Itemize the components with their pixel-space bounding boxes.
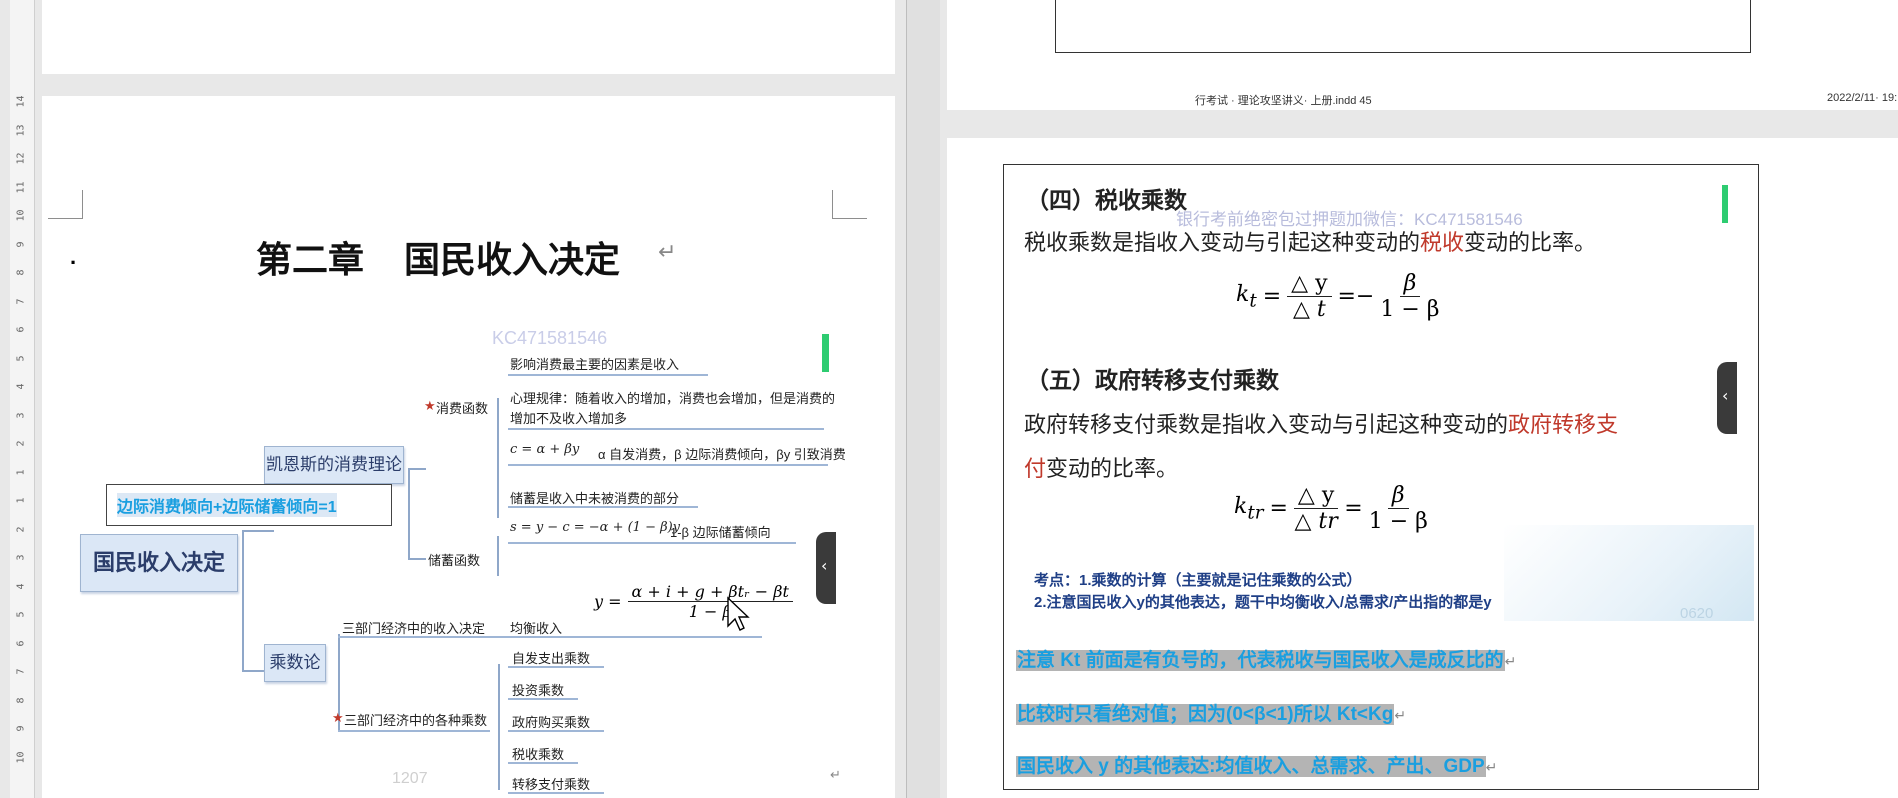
ruler-number: 1	[15, 497, 27, 504]
multiplier-item: 税收乘数	[512, 747, 565, 762]
ruler-number: 8	[15, 696, 27, 704]
exam-point-2: 2.注意国民收入y的其他表达，题干中均衡收入/总需求/产出指的都是y	[1034, 594, 1492, 611]
faint-page-number: 0620	[1680, 605, 1714, 622]
ruler-number: 3	[15, 411, 27, 419]
pane-splitter[interactable]	[906, 0, 942, 798]
consumption-formula: c = α + βy	[510, 442, 580, 457]
ruler-number: 2	[15, 525, 27, 533]
ruler-number: 12	[15, 152, 27, 165]
ruler-number: 1	[15, 468, 27, 476]
ruler-number: 5	[15, 354, 27, 362]
multiplier-item: 投资乘数	[512, 683, 565, 698]
green-marker	[1722, 185, 1728, 223]
ruler-number: 13	[15, 123, 27, 137]
ruler-number: 6	[15, 326, 27, 333]
ruler-number: 5	[15, 611, 27, 618]
consumption-function-label: 消费函数	[436, 401, 489, 416]
tax-multiplier-formula: kt = △ y △ t =− β1 − β	[1236, 271, 1440, 322]
exam-point-1: 考点：1.乘数的计算（主要就是记住乘数的公式）	[1034, 572, 1362, 589]
tax-multiplier-heading: （四）税收乘数	[1026, 188, 1187, 213]
mindmap-keynes-node[interactable]: 凯恩斯的消费理论	[264, 446, 404, 484]
ruler-number: 10	[15, 750, 27, 764]
transfer-multiplier-definition-cont: 付变动的比率。	[1024, 456, 1179, 481]
chapter-title[interactable]: 第二章 国民收入决定	[256, 231, 620, 283]
faint-page-number: 1207	[392, 770, 428, 787]
document-page[interactable]: （四）税收乘数 银行考前绝密包过押题加微信：KC471581546 税收乘数是指…	[947, 138, 1898, 798]
margin-corner-mark	[832, 190, 867, 219]
ruler-number: 9	[15, 725, 27, 732]
multiplier-item: 政府购买乘数	[512, 715, 591, 730]
right-document-pane[interactable]: 行考试 · 理论攻坚讲义· 上册.indd 45 2022/2/11· 19: …	[940, 0, 1898, 798]
consumption-item: 影响消费最主要的因素是收入	[510, 357, 680, 372]
mindmap-root-node[interactable]: 国民收入决定	[80, 534, 238, 592]
chevron-left-icon: ‹	[1722, 386, 1729, 405]
ruler-number: 8	[15, 269, 27, 276]
watermark-text: KC471581546	[492, 328, 608, 348]
vertical-ruler[interactable]: 14 13 12 11 10 9 8 7 6 5 4 3 2 1 1 2 3 4 5 6 7 8 9 10	[10, 0, 35, 798]
left-document-pane[interactable]: 14 13 12 11 10 9 8 7 6 5 4 3 2 1 1 2 3 4 5 6 7 8 9 10 . 第二章 国民收…	[0, 0, 906, 798]
ruler-number: 9	[15, 240, 27, 248]
mind-map-image[interactable]: KC471581546 国民收入决定 凯恩斯的消费理论 乘数论 边际消费倾向+边…	[42, 326, 895, 796]
ruler-number: 10	[15, 209, 27, 222]
equilibrium-income-label: 均衡收入	[510, 621, 563, 636]
saving-item: 储蓄是收入中未被消费的部分	[510, 491, 680, 506]
ruler-number: 3	[15, 554, 27, 561]
equilibrium-formula: y = α + i + g + βtᵣ − βt 1 − β	[594, 582, 793, 621]
ruler-number: 7	[15, 297, 27, 305]
ruler-number: 4	[15, 582, 27, 590]
previous-page-bottom	[42, 0, 895, 74]
three-sector-income-label: 三部门经济中的收入决定	[342, 621, 486, 636]
star-icon: ★	[424, 398, 436, 413]
multiplier-item: 转移支付乘数	[512, 777, 591, 792]
note-line-1[interactable]: 注意 Kt 前面是有负号的，代表税收与国民收入是成反比的↵	[1016, 645, 1516, 672]
document-page[interactable]: . 第二章 国民收入决定 ↵ KC471581546 国民收入决定 凯恩斯的消费…	[42, 96, 895, 798]
chevron-left-icon: ‹	[821, 556, 828, 575]
consumption-item: 增加不及收入增加多	[510, 411, 628, 426]
ruler-number: 7	[15, 668, 27, 675]
transfer-multiplier-heading: （五）政府转移支付乘数	[1026, 368, 1279, 393]
decorative-swirl	[1504, 525, 1754, 621]
saving-formula: s = y − c = −α + (1 − β)y	[510, 520, 681, 535]
transfer-multiplier-formula: ktr = △ y △ tr = β1 − β	[1234, 483, 1428, 534]
ruler-number: 11	[15, 180, 27, 194]
star-icon: ★	[332, 710, 344, 725]
note-line-2[interactable]: 比较时只看绝对值；因为(0<β<1)所以 Kt<Kg↵	[1016, 699, 1406, 726]
collapse-panel-button[interactable]: ‹	[1717, 362, 1737, 434]
mindmap-multiplier-node[interactable]: 乘数论	[264, 644, 326, 682]
paragraph-mark-icon: ↵	[658, 240, 677, 265]
tax-multiplier-definition: 税收乘数是指收入变动与引起这种变动的税收变动的比率。	[1024, 230, 1597, 255]
multiplier-item: 自发支出乘数	[512, 651, 591, 666]
ruler-number: 14	[15, 95, 27, 108]
saving-formula-note: 1-β 边际储蓄倾向	[670, 525, 771, 540]
note-box-text: 边际消费倾向+边际储蓄倾向=1	[117, 493, 337, 517]
collapse-panel-button[interactable]: ‹	[816, 532, 836, 604]
note-box[interactable]: 边际消费倾向+边际储蓄倾向=1	[106, 484, 392, 526]
consumption-formula-note: α 自发消费，β 边际消费倾向，βy 引致消费	[598, 447, 846, 462]
consumption-item: 心理规律：随着收入的增加，消费也会增加，但是消费的	[510, 391, 836, 406]
previous-page-bottom: 行考试 · 理论攻坚讲义· 上册.indd 45 2022/2/11· 19:	[947, 0, 1898, 110]
bullet-mark: .	[70, 244, 77, 269]
mouse-cursor-icon	[727, 596, 750, 631]
margin-corner-mark	[48, 190, 83, 219]
saving-function-label: 储蓄函数	[428, 553, 481, 568]
note-line-3[interactable]: 国民收入 y 的其他表达:均值收入、总需求、产出、GDP↵	[1016, 751, 1497, 778]
ruler-number: 2	[15, 440, 27, 447]
content-frame[interactable]: （四）税收乘数 银行考前绝密包过押题加微信：KC471581546 税收乘数是指…	[1003, 164, 1759, 790]
page-footer-left: 行考试 · 理论攻坚讲义· 上册.indd 45	[1195, 95, 1372, 107]
ruler-number: 6	[15, 639, 27, 647]
content-frame	[1055, 0, 1751, 53]
paragraph-mark-icon: ↵	[830, 768, 841, 783]
transfer-multiplier-definition: 政府转移支付乘数是指收入变动与引起这种变动的政府转移支	[1024, 412, 1619, 437]
ruler-number: 4	[15, 383, 27, 390]
green-marker	[822, 334, 829, 372]
three-sector-multipliers-label: 三部门经济中的各种乘数	[344, 713, 488, 728]
page-footer-right: 2022/2/11· 19:	[1827, 92, 1898, 104]
scanned-content-image[interactable]: （四）税收乘数 银行考前绝密包过押题加微信：KC471581546 税收乘数是指…	[1004, 165, 1758, 622]
